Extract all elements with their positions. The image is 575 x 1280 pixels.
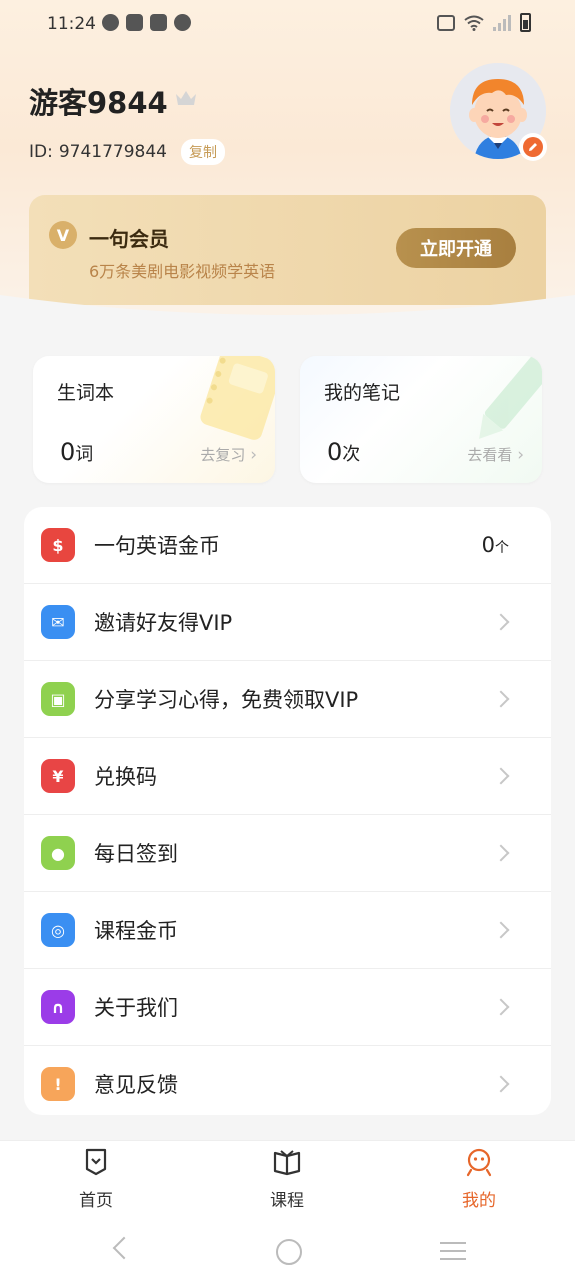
chevron-right-icon: › [250,445,257,465]
notes-count: 0次 [327,438,360,466]
settings-menu: $ 一句英语金币 0个 ✉ 邀请好友得VIP ▣ 分享学习心得，免费领取VIP … [24,507,551,1115]
pencil-decoration-icon [479,356,542,439]
coin-count: 0个 [482,533,509,557]
chevron-right-icon [492,921,510,939]
menu-item-label: 关于我们 [94,996,178,1020]
coin-count-unit: 个 [495,540,509,556]
menu-item-about-us[interactable]: ∩ 关于我们 [24,969,551,1046]
bottom-tab-bar: 首页 课程 我的 [0,1140,575,1221]
review-link-label: 去复习 [200,446,246,464]
redeem-ticket-icon: ¥ [41,759,75,793]
status-notification-icons [102,14,191,31]
battery-icon [520,13,531,32]
vip-title: 一句会员 [89,227,169,251]
menu-item-label: 兑换码 [94,765,157,789]
chevron-right-icon [492,613,510,631]
menu-item-label: 意见反馈 [94,1073,178,1097]
back-icon[interactable] [112,1236,136,1260]
tab-home[interactable]: 首页 [46,1147,146,1211]
vocabulary-count: 0词 [60,438,93,466]
header-wave-divider [0,295,575,345]
shield-icon [174,14,191,31]
menu-item-redeem-code[interactable]: ¥ 兑换码 [24,738,551,815]
recent-apps-icon[interactable] [440,1242,466,1266]
coin-count-value: 0 [481,533,495,557]
menu-item-course-coins[interactable]: ◎ 课程金币 [24,892,551,969]
speed-icon [102,14,119,31]
vocabulary-book-title: 生词本 [57,382,115,404]
vip-subtitle: 6万条美剧电影视频学英语 [89,262,276,281]
notes-count-unit: 次 [342,444,361,465]
invite-mail-icon: ✉ [41,605,75,639]
feedback-icon: ! [41,1067,75,1101]
user-id-label: ID: [29,142,53,162]
mail-icon [150,14,167,31]
menu-item-label: 邀请好友得VIP [94,611,233,635]
my-notes-title: 我的笔记 [324,382,401,404]
tab-home-label: 首页 [79,1191,113,1211]
copy-id-button[interactable]: 复制 [181,139,226,165]
menu-item-share-experience[interactable]: ▣ 分享学习心得，免费领取VIP [24,661,551,738]
coin-icon: $ [41,528,75,562]
home-circle-icon[interactable] [276,1239,302,1265]
chevron-right-icon [492,1075,510,1093]
menu-item-coins[interactable]: $ 一句英语金币 0个 [24,507,551,584]
mail-icon [126,14,143,31]
status-system-icons [437,13,531,32]
menu-item-daily-checkin[interactable]: ● 每日签到 [24,815,551,892]
activate-vip-button[interactable]: 立即开通 [396,228,516,268]
chevron-right-icon [492,767,510,785]
tab-mine[interactable]: 我的 [429,1147,529,1211]
vocabulary-count-value: 0 [60,438,76,466]
gift-icon: ▣ [41,682,75,716]
tab-courses[interactable]: 课程 [237,1147,337,1211]
vip-badge-icon: V [49,221,77,249]
review-link[interactable]: 去复习 › [200,444,257,465]
user-face-icon [466,1148,492,1177]
chevron-right-icon: › [517,445,524,465]
open-book-icon [273,1150,301,1176]
tab-courses-label: 课程 [270,1191,304,1211]
home-bookmark-icon [85,1148,107,1176]
course-coins-icon: ◎ [41,913,75,947]
edit-avatar-button[interactable] [519,133,547,161]
menu-item-label: 分享学习心得，免费领取VIP [94,688,359,712]
user-id-row: ID: 9741779844 复制 [29,139,226,165]
vocabulary-count-unit: 词 [75,444,94,465]
status-bar: 11:24 [0,0,575,48]
headset-icon: ∩ [41,990,75,1024]
location-pin-icon: ● [41,836,75,870]
pencil-icon [523,137,543,157]
vibrate-icon [437,14,455,31]
user-id-value: 9741779844 [58,142,168,162]
wifi-icon [464,15,484,31]
menu-item-label: 课程金币 [94,919,178,943]
menu-item-label: 每日签到 [94,842,178,866]
username: 游客9844 [29,86,168,120]
chevron-right-icon [492,998,510,1016]
signal-icon [493,14,511,31]
tab-mine-label: 我的 [462,1191,496,1211]
menu-item-label: 一句英语金币 [94,534,220,558]
chevron-right-icon [492,690,510,708]
menu-item-invite-friends[interactable]: ✉ 邀请好友得VIP [24,584,551,661]
vocabulary-book-card[interactable]: 生词本 0词 去复习 › [33,356,275,483]
menu-item-feedback[interactable]: ! 意见反馈 [24,1046,551,1115]
notebook-decoration-icon [200,356,275,440]
status-time: 11:24 [47,14,96,34]
notes-count-value: 0 [327,438,343,466]
my-notes-card[interactable]: 我的笔记 0次 去看看 › [300,356,542,483]
view-notes-link[interactable]: 去看看 › [467,444,524,465]
chevron-right-icon [492,844,510,862]
crown-icon [176,91,196,105]
system-navigation-bar [0,1220,575,1280]
view-notes-link-label: 去看看 [467,446,513,464]
